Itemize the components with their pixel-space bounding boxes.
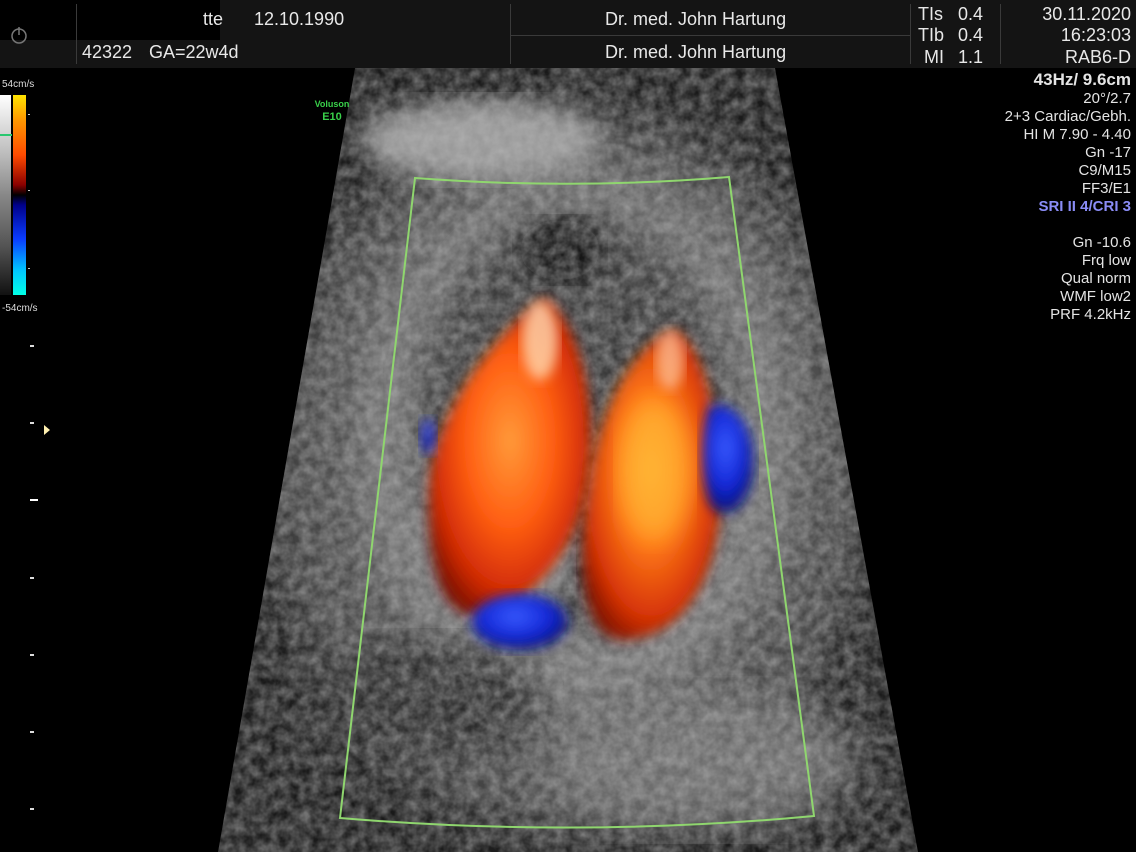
focus-marker (30, 499, 38, 501)
depth-tick (30, 654, 34, 656)
depth-tick (30, 808, 34, 810)
orientation-marker (44, 425, 50, 435)
param-harmonic: HI M 7.90 - 4.40 (1023, 126, 1131, 143)
probe-name: RAB6-D (1064, 47, 1131, 67)
power-icon[interactable] (10, 26, 28, 44)
physician-2: Dr. med. John Hartung (605, 42, 787, 62)
tis-label: TIs (918, 4, 943, 24)
gestational-age: GA=22w4d (149, 42, 239, 62)
color-velocity-bar (13, 95, 26, 295)
header-bar: tte 12.10.1990 42322 GA=22w4d Dr. med. J… (0, 0, 1136, 68)
depth-tick (30, 422, 34, 424)
param-frq: Frq low (1081, 252, 1131, 269)
param-color-gain: Gn -10.6 (1072, 234, 1131, 251)
imaging-parameters: 43Hz/ 9.6cm 20°/2.7 2+3 Cardiac/Gebh. HI… (911, 70, 1131, 324)
patient-id: 42322 (82, 42, 133, 62)
param-wmf: WMF low2 (1060, 288, 1131, 305)
grayscale-bar (0, 95, 11, 295)
tib-label: TIb (918, 25, 945, 45)
param-ff: FF3/E1 (1081, 180, 1131, 197)
depth-tick (30, 577, 34, 579)
param-sri: SRI II 4/CRI 3 (1038, 198, 1131, 215)
mi-value: 1.1 (958, 47, 984, 67)
frame-rate-depth: 43Hz/ 9.6cm (1033, 70, 1131, 89)
param-prf: PRF 4.2kHz (1050, 306, 1131, 323)
param-qual: Qual norm (1060, 270, 1131, 287)
mi-label: MI (924, 47, 944, 67)
baseline-marker (0, 134, 12, 136)
param-preset: 2+3 Cardiac/Gebh. (1004, 108, 1131, 125)
param-angle: 20°/2.7 (1083, 90, 1131, 107)
depth-tick (30, 345, 34, 347)
physician-1: Dr. med. John Hartung (605, 9, 787, 29)
patient-name: tte (203, 9, 224, 29)
depth-tick (30, 731, 34, 733)
param-cm: C9/M15 (1078, 162, 1131, 179)
colorbar-max-label: 54cm/s (2, 79, 35, 90)
exam-date: 30.11.2020 (1042, 4, 1131, 24)
exam-time: 16:23:03 (1060, 25, 1131, 45)
voluson-logo: Voluson E10 (314, 99, 350, 123)
param-gain: Gn -17 (1085, 144, 1131, 161)
birth-date: 12.10.1990 (254, 9, 345, 29)
colorbar-min-label: -54cm/s (2, 303, 38, 314)
tib-value: 0.4 (958, 25, 984, 45)
tis-value: 0.4 (958, 4, 984, 24)
